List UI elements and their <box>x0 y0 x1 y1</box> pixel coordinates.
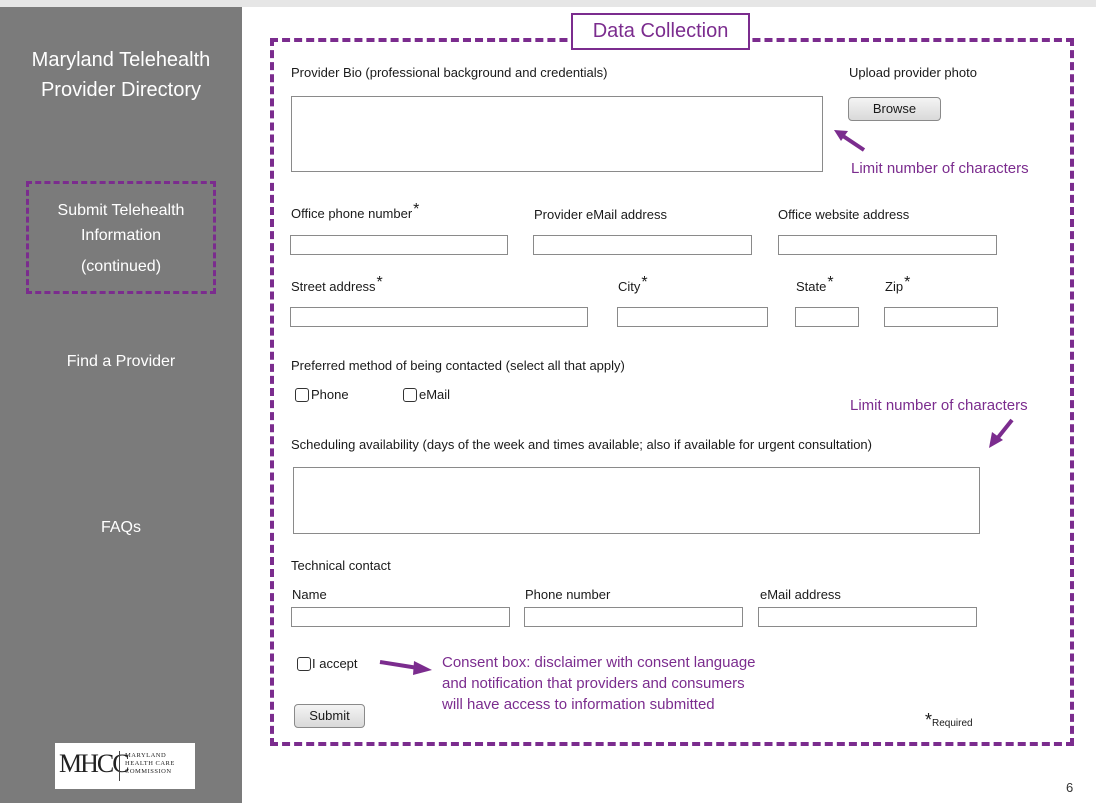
limit-chars-note-1: Limit number of characters <box>851 160 1029 177</box>
city-input[interactable] <box>617 307 768 327</box>
contact-phone-checkbox[interactable] <box>295 388 309 402</box>
sidebar-item-submit-telehealth[interactable]: Submit Telehealth Information (continued… <box>26 181 216 294</box>
tech-email-input[interactable] <box>758 607 977 627</box>
tech-phone-input[interactable] <box>524 607 743 627</box>
top-bar <box>0 0 1096 7</box>
section-title: Data Collection <box>571 13 750 50</box>
submit-line2: Information <box>80 227 162 244</box>
contact-phone-label: Phone <box>311 387 349 402</box>
contact-email-label: eMail <box>419 387 451 402</box>
sidebar: Maryland Telehealth Provider Directory S… <box>0 7 242 803</box>
bio-label: Provider Bio (professional background an… <box>291 65 608 80</box>
arrow-icon <box>989 418 1014 448</box>
email-input[interactable] <box>533 235 752 255</box>
phone-input[interactable] <box>290 235 508 255</box>
logo-line3: COMMISSION <box>125 768 172 775</box>
arrow-icon <box>379 660 432 675</box>
tech-phone-label: Phone number <box>525 587 611 602</box>
website-input[interactable] <box>778 235 997 255</box>
accept-label: I accept <box>312 656 358 671</box>
logo-divider <box>119 751 120 781</box>
scheduling-textarea[interactable] <box>293 467 980 534</box>
street-input[interactable] <box>290 307 588 327</box>
logo-line1: MARYLAND <box>125 752 167 759</box>
logo-mark: MHCC <box>59 749 130 778</box>
arrow-icon <box>834 130 866 152</box>
state-label: State* <box>796 274 834 295</box>
limit-chars-note-2: Limit number of characters <box>850 397 1028 414</box>
bio-textarea[interactable] <box>291 96 823 172</box>
submit-line1: Submit Telehealth <box>57 202 185 219</box>
accept-checkbox[interactable] <box>297 657 311 671</box>
logo-line2: HEALTH CARE <box>125 760 175 767</box>
sidebar-item-find-provider[interactable]: Find a Provider <box>0 353 242 371</box>
consent-note: Consent box: disclaimer with consent lan… <box>442 652 756 715</box>
photo-label: Upload provider photo <box>849 65 977 80</box>
slide: Maryland Telehealth Provider Directory S… <box>0 0 1096 803</box>
zip-input[interactable] <box>884 307 998 327</box>
mhcc-logo: MHCC MARYLAND HEALTH CARE COMMISSION <box>55 743 195 789</box>
tech-contact-label: Technical contact <box>291 558 391 573</box>
scheduling-label: Scheduling availability (days of the wee… <box>291 437 872 452</box>
browse-button[interactable]: Browse <box>848 97 941 121</box>
submit-telehealth-label: Submit Telehealth Information (continued… <box>29 198 213 279</box>
required-text: Required <box>932 718 973 729</box>
consent-note-line1: Consent box: disclaimer with consent lan… <box>442 654 756 671</box>
consent-note-line2: and notification that providers and cons… <box>442 675 745 692</box>
sidebar-title-line1: Maryland Telehealth <box>31 49 211 71</box>
required-star: * <box>925 710 933 730</box>
state-input[interactable] <box>795 307 859 327</box>
zip-label: Zip* <box>885 274 911 295</box>
sidebar-item-faqs[interactable]: FAQs <box>0 519 242 537</box>
consent-note-line3: will have access to information submitte… <box>442 696 715 713</box>
submit-button[interactable]: Submit <box>294 704 365 728</box>
tech-name-input[interactable] <box>291 607 510 627</box>
contact-email-checkbox[interactable] <box>403 388 417 402</box>
website-label: Office website address <box>778 207 910 222</box>
submit-line3: (continued) <box>80 258 162 275</box>
city-label: City* <box>618 274 648 295</box>
phone-label: Office phone number* <box>291 201 420 222</box>
logo-text: MARYLAND HEALTH CARE COMMISSION <box>125 752 175 776</box>
tech-name-label: Name <box>292 587 327 602</box>
contact-method-label: Preferred method of being contacted (sel… <box>291 358 625 373</box>
street-label: Street address* <box>291 274 383 295</box>
tech-email-label: eMail address <box>760 587 841 602</box>
page-number: 6 <box>1066 780 1074 795</box>
email-label: Provider eMail address <box>534 207 667 222</box>
required-note: *Required <box>925 710 973 731</box>
sidebar-title-line2: Provider Directory <box>40 79 202 101</box>
